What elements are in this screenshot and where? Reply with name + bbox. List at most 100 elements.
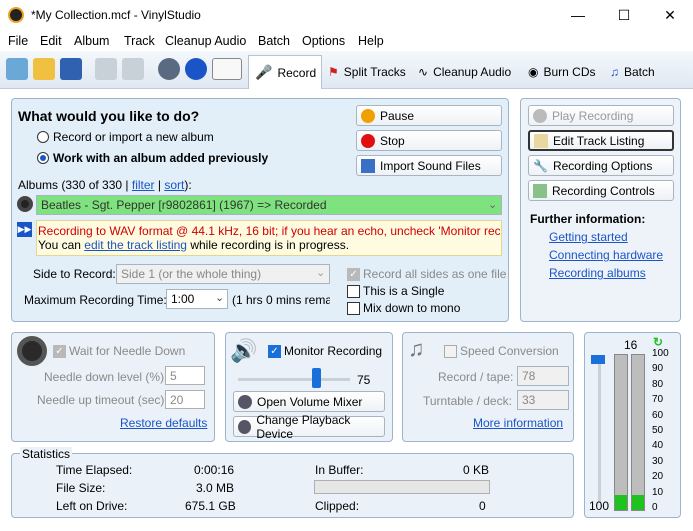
menu-batch[interactable]: Batch bbox=[258, 34, 290, 48]
tab-record[interactable]: 🎤 Record bbox=[248, 55, 322, 89]
gramophone-icon: ♫ bbox=[408, 336, 425, 361]
needle-up-input[interactable]: 20 bbox=[165, 390, 205, 409]
single-label: This is a Single bbox=[363, 284, 445, 298]
max-time-chevron-down-icon: ⌄ bbox=[215, 292, 225, 304]
stop-button[interactable]: Stop bbox=[356, 130, 502, 151]
single-checkbox[interactable]: This is a Single bbox=[347, 284, 444, 298]
level-scale-tick: 0 bbox=[652, 502, 658, 513]
menu-track[interactable]: Track bbox=[124, 34, 155, 48]
change-playback-device-label: Change Playback Device bbox=[256, 412, 351, 441]
import-label: Import Sound Files bbox=[380, 158, 481, 173]
level-scale: 100 90 80 70 60 50 40 30 20 10 0 bbox=[652, 348, 680, 514]
turntable-deck-select[interactable]: 33 bbox=[517, 390, 569, 410]
right-level-meter bbox=[631, 354, 645, 511]
vinyl-icon bbox=[17, 196, 33, 212]
minimize-button[interactable]: — bbox=[555, 0, 601, 31]
tab-split-tracks[interactable]: ⚑ Split Tracks bbox=[322, 55, 412, 89]
sort-link[interactable]: sort bbox=[164, 178, 184, 192]
clipped-value: 0 bbox=[479, 499, 486, 513]
new-collection-icon[interactable] bbox=[6, 58, 28, 80]
controls-icon bbox=[533, 183, 547, 198]
speed-conversion-checkbox[interactable]: Speed Conversion bbox=[444, 344, 559, 358]
monitor-recording-box[interactable] bbox=[268, 344, 281, 358]
close-button[interactable]: ✕ bbox=[647, 0, 693, 31]
menu-help[interactable]: Help bbox=[358, 34, 384, 48]
record-all-sides-box[interactable] bbox=[347, 267, 360, 281]
redo-icon[interactable] bbox=[122, 58, 144, 80]
help-icon[interactable] bbox=[185, 58, 207, 80]
wait-needle-checkbox[interactable]: Wait for Needle Down bbox=[53, 344, 185, 358]
menu-edit[interactable]: Edit bbox=[40, 34, 62, 48]
info-post: while recording is in progress. bbox=[186, 238, 350, 252]
save-icon[interactable] bbox=[60, 58, 82, 80]
getting-started-link[interactable]: Getting started bbox=[549, 230, 628, 244]
edit-track-listing-link[interactable]: edit the track listing bbox=[84, 238, 187, 252]
window-title: *My Collection.mcf - VinylStudio bbox=[31, 8, 201, 22]
option-existing-album[interactable]: Work with an album added previously bbox=[37, 151, 268, 165]
menu-cleanup-audio[interactable]: Cleanup Audio bbox=[165, 34, 246, 48]
recording-controls-button[interactable]: Recording Controls bbox=[528, 180, 674, 201]
album-chevron-down-icon[interactable]: ⌄ bbox=[488, 198, 497, 211]
recording-options-button[interactable]: 🔧 Recording Options bbox=[528, 155, 674, 176]
level-scale-tick: 100 bbox=[652, 348, 669, 359]
import-sound-files-button[interactable]: Import Sound Files bbox=[356, 155, 502, 176]
albums-count: Albums (330 of 330 | bbox=[18, 178, 132, 192]
option-new-album[interactable]: Record or import a new album bbox=[37, 130, 214, 144]
open-folder-icon[interactable] bbox=[33, 58, 55, 80]
mono-box[interactable] bbox=[347, 301, 360, 315]
edit-track-listing-button[interactable]: Edit Track Listing bbox=[528, 130, 674, 151]
needle-down-input[interactable]: 5 bbox=[165, 366, 205, 385]
wait-needle-box[interactable] bbox=[53, 344, 66, 358]
filter-link[interactable]: filter bbox=[132, 178, 155, 192]
tab-split-tracks-label: Split Tracks bbox=[343, 65, 406, 79]
gain-slider-thumb[interactable] bbox=[591, 355, 605, 364]
maximize-button[interactable]: ☐ bbox=[601, 0, 647, 31]
side-chevron-down-icon: ⌄ bbox=[316, 267, 326, 279]
skip-forward-icon[interactable]: ▶▶ bbox=[17, 222, 32, 237]
needle-down-label: Needle down level (%): bbox=[44, 370, 168, 384]
volume-slider-thumb[interactable] bbox=[312, 368, 321, 388]
volume-slider-track[interactable] bbox=[238, 378, 350, 381]
folder-dropdown-icon[interactable] bbox=[212, 58, 242, 80]
record-tape-label: Record / tape: bbox=[438, 370, 514, 384]
gear-icon[interactable] bbox=[158, 58, 180, 80]
speed-conversion-box[interactable] bbox=[444, 344, 457, 358]
menu-album[interactable]: Album bbox=[74, 34, 109, 48]
tab-burn-cds-label: Burn CDs bbox=[543, 65, 596, 79]
record-all-sides-checkbox[interactable]: Record all sides as one file bbox=[347, 267, 507, 281]
radio-new-album[interactable] bbox=[37, 131, 49, 143]
recording-albums-link[interactable]: Recording albums bbox=[549, 266, 646, 280]
microphone-icon: 🎤 bbox=[255, 64, 273, 80]
statistics-title: Statistics bbox=[20, 447, 73, 461]
reset-icon[interactable]: ↻ bbox=[653, 335, 663, 349]
pause-icon bbox=[361, 108, 375, 123]
record-tape-select[interactable]: 78 bbox=[517, 366, 569, 386]
tab-burn-cds[interactable]: ◉ Burn CDs bbox=[522, 55, 602, 89]
recording-options-label: Recording Options bbox=[552, 158, 653, 173]
buffer-value: 0 KB bbox=[463, 463, 490, 477]
play-recording-button[interactable]: Play Recording bbox=[528, 105, 674, 126]
tab-batch[interactable]: ♫ Batch bbox=[604, 55, 666, 89]
tab-cleanup-audio[interactable]: ∿ Cleanup Audio bbox=[412, 55, 520, 89]
undo-icon[interactable] bbox=[95, 58, 117, 80]
monitor-recording-checkbox[interactable]: Monitor Recording bbox=[268, 344, 382, 358]
radio-existing-album[interactable] bbox=[37, 152, 49, 164]
pause-button[interactable]: Pause bbox=[356, 105, 502, 126]
mono-checkbox[interactable]: Mix down to mono bbox=[347, 301, 460, 315]
restore-defaults-link[interactable]: Restore defaults bbox=[120, 416, 207, 430]
turntable-deck-label: Turntable / deck: bbox=[423, 394, 512, 408]
tab-cleanup-audio-label: Cleanup Audio bbox=[433, 65, 512, 79]
more-information-link[interactable]: More information bbox=[473, 416, 563, 430]
menu-options[interactable]: Options bbox=[302, 34, 345, 48]
level-scale-tick: 50 bbox=[652, 425, 664, 436]
change-playback-device-button[interactable]: Change Playback Device bbox=[233, 413, 385, 441]
single-box[interactable] bbox=[347, 284, 360, 298]
album-select[interactable]: Beatles - Sgt. Pepper [r9802861] (1967) … bbox=[36, 195, 502, 215]
left-on-drive-label: Left on Drive: bbox=[56, 499, 128, 513]
menu-file[interactable]: File bbox=[8, 34, 28, 48]
open-volume-mixer-button[interactable]: Open Volume Mixer bbox=[233, 391, 385, 412]
connecting-hardware-link[interactable]: Connecting hardware bbox=[549, 248, 663, 262]
gain-slider-track[interactable] bbox=[598, 360, 601, 502]
side-select[interactable]: Side 1 (or the whole thing) bbox=[116, 264, 330, 284]
level-scale-tick: 10 bbox=[652, 486, 664, 498]
